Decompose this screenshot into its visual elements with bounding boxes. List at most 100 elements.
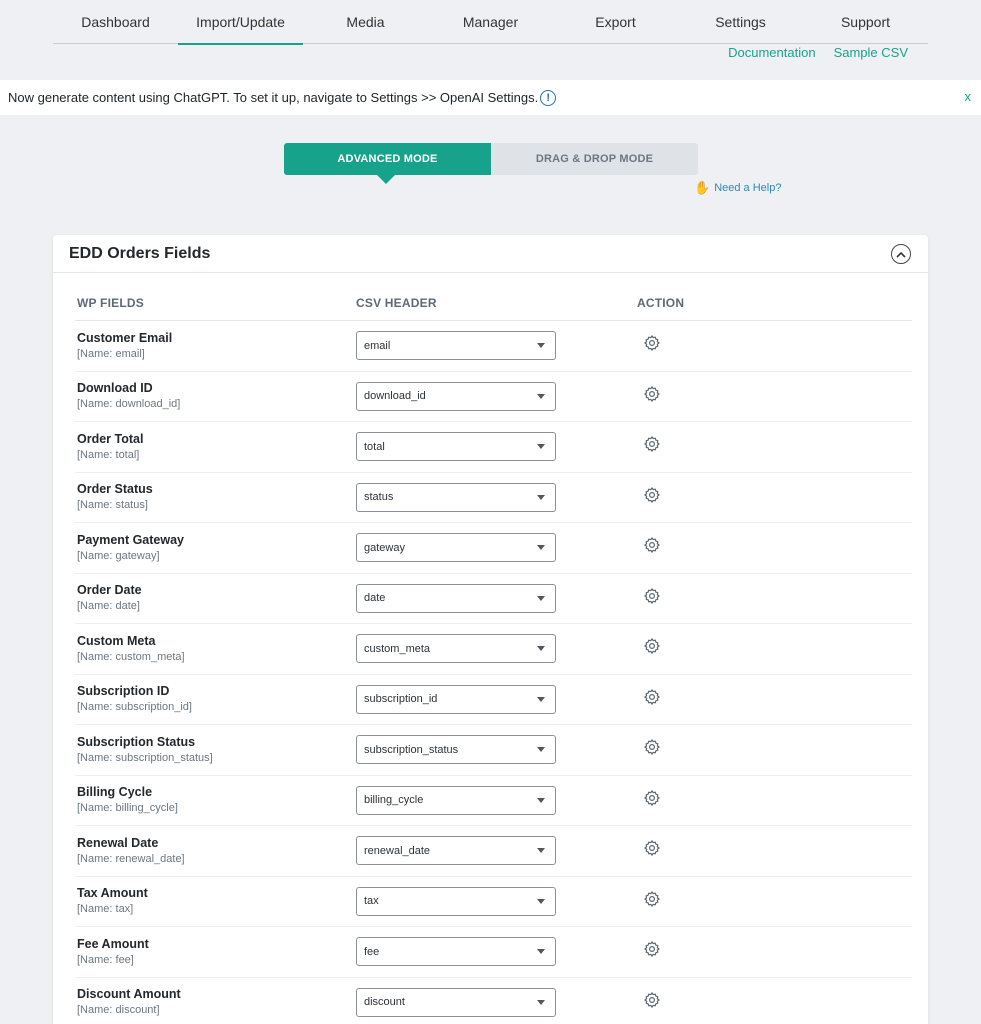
tab-export[interactable]: Export [553,0,678,44]
action-cell [637,587,837,610]
csv-header-value: billing_cycle [364,794,424,807]
action-cell [637,637,837,660]
csv-header-value: status [364,491,394,504]
csv-header-header: CSV HEADER [356,295,437,310]
sample-csv-link[interactable]: Sample CSV [834,45,908,61]
field-label: Order Total [77,431,144,446]
field-label: Download ID [77,381,153,396]
action-cell [637,536,837,559]
table-row: Download ID [Name: download_id] download… [75,372,912,422]
gear-icon[interactable] [643,688,661,706]
tab-media[interactable]: Media [303,0,428,44]
mode-toggle: ADVANCED MODE DRAG & DROP MODE [284,143,698,184]
table-row: Custom Meta [Name: custom_meta] custom_m… [75,624,912,675]
csv-header-select[interactable]: discount [356,987,556,1017]
table-row: Billing Cycle [Name: billing_cycle] bill… [75,776,912,826]
field-label: Billing Cycle [77,785,153,800]
action-cell [637,738,837,761]
csv-header-cell: custom_meta [356,634,637,664]
wp-field-cell: Renewal Date [Name: renewal_date] [75,835,356,867]
tab-dashboard[interactable]: Dashboard [53,0,178,44]
dismiss-notice-button[interactable]: x [965,89,972,104]
csv-header-select[interactable]: download_id [356,381,556,411]
tab-settings[interactable]: Settings [678,0,803,44]
gear-icon[interactable] [643,486,661,504]
field-name: [Name: subscription_status] [77,751,213,764]
field-label: Fee Amount [77,936,149,951]
field-name: [Name: download_id] [77,398,181,411]
csv-header-select[interactable]: status [356,482,556,512]
csv-header-select[interactable]: billing_cycle [356,785,556,815]
drag-drop-mode-button[interactable]: DRAG & DROP MODE [491,143,698,175]
caret-down-icon [537,545,545,551]
csv-header-value: gateway [364,541,405,554]
fields-table: WP FIELDS CSV HEADER ACTION Customer Ema… [75,285,912,1024]
gear-icon[interactable] [643,738,661,756]
csv-header-select[interactable]: tax [356,886,556,916]
csv-header-select[interactable]: subscription_id [356,684,556,714]
csv-header-value: subscription_id [364,693,438,706]
csv-header-select[interactable]: fee [356,937,556,967]
advanced-mode-button[interactable]: ADVANCED MODE [284,143,491,184]
gear-icon[interactable] [643,991,661,1009]
field-label: Order Status [77,482,153,497]
wp-fields-header: WP FIELDS [77,295,144,310]
table-row: Subscription Status [Name: subscription_… [75,725,912,776]
csv-header-cell: fee [356,937,637,967]
collapse-button[interactable] [891,244,911,264]
csv-header-value: total [364,440,385,453]
gear-icon[interactable] [643,637,661,655]
field-label: Order Date [77,583,142,598]
wp-field-cell: Fee Amount [Name: fee] [75,936,356,968]
csv-header-value: custom_meta [364,642,431,655]
field-name: [Name: tax] [77,903,134,916]
csv-header-cell: discount [356,987,637,1017]
gear-icon[interactable] [643,789,661,807]
table-row: Subscription ID [Name: subscription_id] … [75,675,912,725]
caret-down-icon [537,797,545,803]
tab-support[interactable]: Support [803,0,928,44]
gear-icon[interactable] [643,435,661,453]
csv-header-select[interactable]: subscription_status [356,735,556,765]
action-cell [637,334,837,357]
tab-import-update[interactable]: Import/Update [178,0,303,45]
action-cell [637,486,837,509]
panel-title: EDD Orders Fields [69,244,211,262]
csv-header-select[interactable]: renewal_date [356,836,556,866]
edd-orders-fields-panel: EDD Orders Fields WP FIELDS CSV HEADER A… [53,235,928,1024]
csv-header-value: fee [364,945,380,958]
gear-icon[interactable] [643,334,661,352]
caret-down-icon [537,444,545,450]
field-name: [Name: fee] [77,953,134,966]
csv-header-select[interactable]: gateway [356,533,556,563]
tab-manager[interactable]: Manager [428,0,553,44]
field-label: Discount Amount [77,987,181,1002]
gear-icon[interactable] [643,940,661,958]
action-header: ACTION [637,295,685,310]
table-row: Payment Gateway [Name: gateway] gateway [75,523,912,574]
csv-header-select[interactable]: date [356,583,556,613]
panel-header: EDD Orders Fields [53,235,928,273]
gear-icon[interactable] [643,587,661,605]
field-label: Subscription Status [77,734,196,749]
need-help-link[interactable]: ✋ Need a Help? [694,180,781,196]
info-icon: ! [540,89,557,106]
gear-icon[interactable] [643,385,661,403]
field-name: [Name: subscription_id] [77,701,192,714]
caret-down-icon [537,898,545,904]
gear-icon[interactable] [643,536,661,554]
sub-links: Documentation Sample CSV [728,45,908,61]
wp-field-cell: Discount Amount [Name: discount] [75,986,356,1018]
action-cell [637,789,837,812]
gear-icon[interactable] [643,839,661,857]
csv-header-select[interactable]: total [356,432,556,462]
documentation-link[interactable]: Documentation [728,45,815,61]
csv-header-select[interactable]: custom_meta [356,634,556,664]
caret-down-icon [537,595,545,601]
chatgpt-notice: Now generate content using ChatGPT. To s… [0,80,981,115]
gear-icon[interactable] [643,890,661,908]
csv-header-cell: tax [356,886,637,916]
csv-header-select[interactable]: email [356,331,556,361]
csv-header-cell: billing_cycle [356,785,637,815]
field-label: Subscription ID [77,684,170,699]
